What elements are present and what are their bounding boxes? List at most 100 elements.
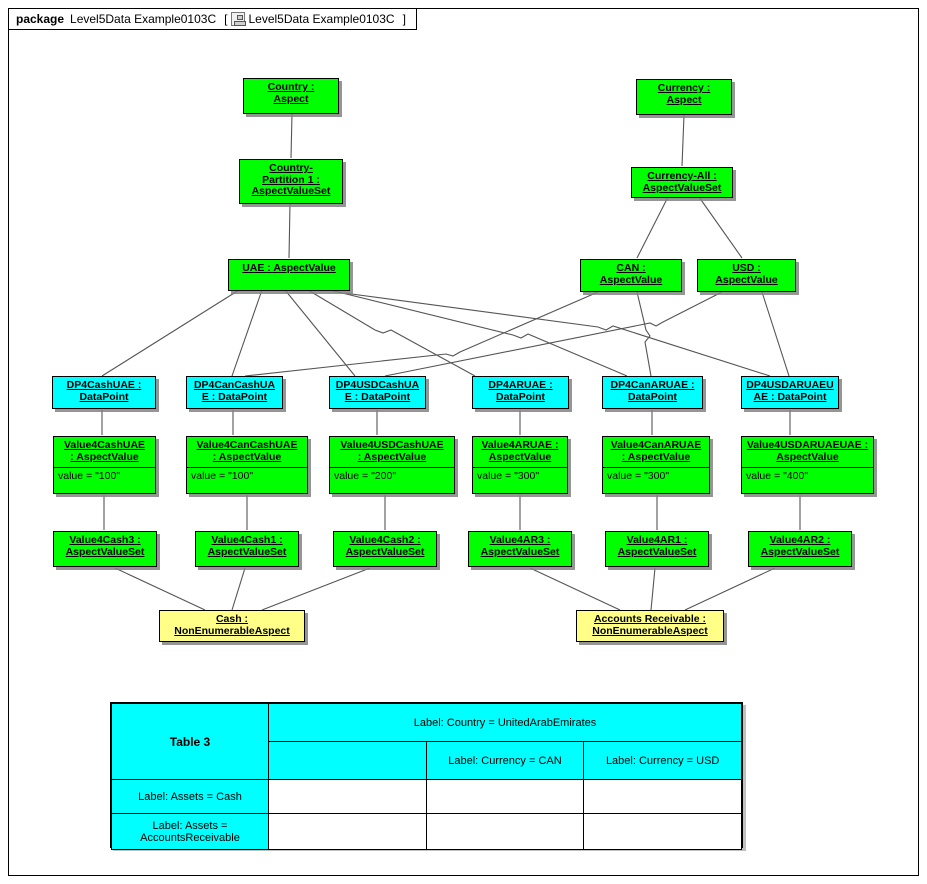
node-value4ar3[interactable]: Value4AR3 : AspectValueSet (468, 531, 572, 567)
table3-row-cash: Label: Assets = Cash (111, 779, 742, 814)
node-value4usdaruaeuae-value: value = "400" (742, 467, 873, 486)
table3-country-only-cell (268, 741, 427, 780)
table3-cell-ar-can[interactable] (425, 813, 585, 850)
node-value4ar3-label: Value4AR3 : AspectValueSet (480, 534, 560, 558)
node-currency-all-label: Currency-All : AspectValueSet (642, 170, 722, 194)
table3-row-label-cash: Label: Assets = Cash (111, 779, 269, 814)
edge-currencyall-to-can (636, 196, 669, 259)
node-value4aruae[interactable]: Value4ARUAE : AspectValue value = "300" (472, 436, 568, 494)
node-country-label: Country : Aspect (267, 81, 315, 105)
node-value4canaruae-label: Value4CanARUAE: AspectValue (610, 439, 702, 463)
edge-uae-to-dp4cancashuae (231, 289, 263, 377)
node-usd[interactable]: USD : AspectValue (697, 259, 796, 292)
node-value4cashuae[interactable]: Value4CashUAE: AspectValue value = "100" (53, 436, 156, 494)
node-uae-label: UAE : AspectValue (242, 262, 336, 274)
edge-uae-to-dp4usdaruaeuae (343, 292, 771, 377)
node-can[interactable]: CAN : AspectValue (580, 259, 682, 292)
node-dp4cashuae-label: DP4CashUAE : DataPoint (66, 379, 142, 403)
edge-partition-to-uae (288, 202, 291, 259)
node-value4cash3[interactable]: Value4Cash3 : AspectValueSet (53, 531, 157, 567)
node-currency[interactable]: Currency : Aspect (636, 79, 732, 115)
bracket-close: ] (402, 12, 406, 26)
node-dp4cancashuae-label: DP4CanCashUA E : DataPoint (193, 379, 276, 403)
package-header-tab: package Level5Data Example0103C [ Level5… (8, 8, 417, 30)
table-3: Table 3 Label: Country = UnitedArabEmira… (110, 702, 743, 850)
node-value4usdaruaeuae-label: Value4USDARUAEUAE : AspectValue (746, 439, 869, 463)
table3-currency-header-can: Label: Currency = CAN (425, 741, 585, 780)
node-value4cash1-label: Value4Cash1 : AspectValueSet (207, 534, 287, 558)
table3-currency-header-usd: Label: Currency = USD (583, 741, 742, 780)
node-value4aruae-label: Value4ARUAE : AspectValue (481, 439, 559, 463)
node-value4ar1-label: Value4AR1 : AspectValueSet (617, 534, 697, 558)
node-value4cashuae-value: value = "100" (54, 467, 155, 486)
node-value4cash2-label: Value4Cash2 : AspectValueSet (345, 534, 425, 558)
table3-cell-ar-usd[interactable] (583, 813, 742, 850)
edge-v4cash1-to-cash (231, 567, 246, 611)
node-dp4usdcashuae-label: DP4USDCashUA E : DataPoint (335, 379, 420, 403)
node-dp4cashuae[interactable]: DP4CashUAE : DataPoint (52, 376, 156, 409)
edge-country-to-partition (290, 113, 293, 159)
edge-uae-to-dp4canaruae (329, 289, 628, 377)
node-value4cash2[interactable]: Value4Cash2 : AspectValueSet (333, 531, 437, 567)
edge-v4ar1-to-ar (650, 567, 656, 611)
table3-cell-ar-total[interactable] (268, 813, 427, 850)
diagram-canvas: package Level5Data Example0103C [ Level5… (0, 0, 927, 884)
node-currency-label: Currency : Aspect (657, 82, 711, 106)
class-diagram-icon (231, 12, 247, 26)
node-dp4usdaruaeuae[interactable]: DP4USDARUAEU AE : DataPoint (741, 376, 839, 409)
edge-v4cash2-to-cash (261, 567, 371, 611)
table3-row-accounts-receivable: Label: Assets = AccountsReceivable (111, 813, 742, 850)
node-accounts-receivable[interactable]: Accounts Receivable : NonEnumerableAspect (576, 610, 724, 642)
node-value4cash1[interactable]: Value4Cash1 : AspectValueSet (195, 531, 299, 567)
table3-cell-cash-total[interactable] (268, 779, 427, 814)
node-value4usdaruaeuae[interactable]: Value4USDARUAEUAE : AspectValue value = "… (741, 436, 874, 494)
package-keyword: package (16, 12, 65, 26)
node-value4aruae-value: value = "300" (473, 467, 567, 486)
node-dp4canaruae[interactable]: DP4CanARUAE : DataPoint (602, 376, 703, 409)
node-value4cancashuae-label: Value4CanCashUAE: AspectValue (196, 439, 298, 463)
node-value4usdcashuae[interactable]: Value4USDCashUAE: AspectValue value = "2… (329, 436, 455, 494)
node-value4cancashuae[interactable]: Value4CanCashUAE: AspectValue value = "1… (186, 436, 308, 494)
table3-country-header: Label: Country = UnitedArabEmirates (268, 703, 742, 742)
node-country-partition-1[interactable]: Country- Partition 1 : AspectValueSet (239, 159, 343, 204)
node-country[interactable]: Country : Aspect (243, 78, 339, 114)
edge-can-to-dp4cancashuae (244, 291, 599, 377)
edge-v4ar3-to-ar (529, 567, 621, 611)
node-value4cashuae-label: Value4CashUAE: AspectValue (63, 439, 146, 463)
node-dp4aruae-label: DP4ARUAE : DataPoint (488, 379, 553, 403)
node-dp4aruae[interactable]: DP4ARUAE : DataPoint (472, 376, 569, 409)
package-diagram-name: Level5Data Example0103C (248, 12, 395, 26)
node-usd-label: USD : AspectValue (715, 262, 778, 286)
node-dp4canaruae-label: DP4CanARUAE : DataPoint (610, 379, 695, 403)
edge-uae-to-dp4cashuae (101, 289, 240, 377)
node-value4cash3-label: Value4Cash3 : AspectValueSet (65, 534, 145, 558)
node-value4ar1[interactable]: Value4AR1 : AspectValueSet (605, 531, 709, 567)
node-value4usdcashuae-label: Value4USDCashUAE: AspectValue (340, 439, 444, 463)
package-title: Level5Data Example0103C (70, 12, 217, 26)
node-currency-all[interactable]: Currency-All : AspectValueSet (631, 167, 733, 198)
node-country-partition-1-label: Country- Partition 1 : AspectValueSet (251, 162, 331, 197)
node-dp4usdaruaeuae-label: DP4USDARUAEU AE : DataPoint (746, 379, 834, 403)
node-value4ar2-label: Value4AR2 : AspectValueSet (760, 534, 840, 558)
edge-usd-to-dp4usdaruaeuae (761, 291, 790, 377)
edge-currencyall-to-usd (698, 196, 743, 259)
node-accounts-receivable-label: Accounts Receivable : NonEnumerableAspect (592, 613, 708, 637)
edge-usd-to-dp4usdcashuae (384, 291, 723, 377)
bracket-open: [ (224, 12, 228, 26)
table3-cell-cash-can[interactable] (425, 779, 585, 814)
node-dp4cancashuae[interactable]: DP4CanCashUA E : DataPoint (186, 376, 283, 409)
node-value4ar2[interactable]: Value4AR2 : AspectValueSet (748, 531, 852, 567)
node-cash[interactable]: Cash : NonEnumerableAspect (159, 610, 305, 642)
edge-v4ar2-to-ar (684, 567, 776, 611)
node-cash-label: Cash : NonEnumerableAspect (174, 613, 290, 637)
table3-row-label-accounts-receivable: Label: Assets = AccountsReceivable (111, 813, 269, 850)
node-dp4usdcashuae[interactable]: DP4USDCashUA E : DataPoint (329, 376, 426, 409)
node-can-label: CAN : AspectValue (599, 262, 663, 286)
edge-uae-to-dp4usdcashuae (284, 289, 356, 377)
node-value4cancashuae-value: value = "100" (187, 467, 307, 486)
node-uae[interactable]: UAE : AspectValue (228, 259, 350, 291)
node-value4canaruae-value: value = "300" (603, 467, 709, 486)
table3-corner-label: Table 3 (111, 703, 269, 780)
table3-cell-cash-usd[interactable] (583, 779, 742, 814)
node-value4canaruae[interactable]: Value4CanARUAE: AspectValue value = "300… (602, 436, 710, 494)
